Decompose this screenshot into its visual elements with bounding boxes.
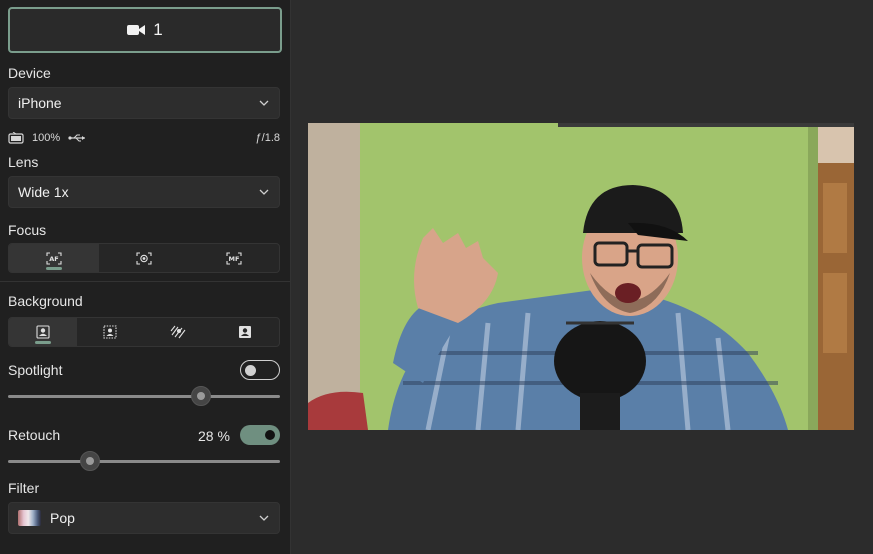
- focus-manual-button[interactable]: MF: [189, 244, 279, 272]
- spotlight-toggle[interactable]: [240, 360, 280, 380]
- camera-number: 1: [153, 20, 163, 39]
- focus-face-button[interactable]: [99, 244, 189, 272]
- video-camera-icon: [127, 25, 146, 35]
- settings-sidebar: 1 Device iPhone 100% ƒ/1.8 Lens Wide 1x …: [0, 0, 291, 554]
- background-blur-button[interactable]: [77, 318, 145, 346]
- toggle-knob: [265, 430, 275, 440]
- svg-text:MF: MF: [229, 255, 240, 263]
- filter-value: Pop: [50, 510, 75, 526]
- background-portrait-button[interactable]: [9, 318, 77, 346]
- usb-icon: [68, 134, 86, 142]
- camera-preview: [308, 123, 854, 430]
- background-mode-selector: [8, 317, 280, 347]
- device-label: Device: [8, 65, 51, 81]
- lens-value: Wide 1x: [18, 184, 69, 200]
- spotlight-slider[interactable]: [8, 386, 280, 406]
- slider-track: [8, 395, 280, 398]
- person-card-icon: [239, 326, 252, 338]
- camera-select-button[interactable]: 1: [8, 7, 282, 53]
- slider-thumb[interactable]: [191, 386, 212, 406]
- retouch-value: 28 %: [198, 428, 230, 444]
- battery-icon: [8, 132, 24, 144]
- chevron-down-icon: [259, 100, 269, 106]
- auto-focus-icon: AF: [46, 251, 62, 265]
- svg-text:AF: AF: [49, 255, 58, 263]
- spotlight-label: Spotlight: [8, 362, 63, 378]
- retouch-label: Retouch: [8, 427, 61, 443]
- focus-label: Focus: [8, 222, 47, 238]
- filter-swatch: [18, 510, 41, 526]
- filter-dropdown[interactable]: Pop: [8, 502, 280, 534]
- portrait-icon: [36, 325, 50, 339]
- focus-mode-selector: AF MF: [8, 243, 280, 273]
- chevron-down-icon: [259, 189, 269, 195]
- face-focus-icon: [136, 251, 152, 265]
- lens-dropdown[interactable]: Wide 1x: [8, 176, 280, 208]
- retouch-slider[interactable]: [8, 451, 280, 471]
- manual-focus-icon: MF: [226, 251, 242, 265]
- section-divider: [0, 281, 290, 282]
- retouch-toggle[interactable]: [240, 425, 280, 445]
- background-remove-icon: [170, 325, 186, 339]
- device-status-row: 100% ƒ/1.8: [8, 128, 280, 148]
- background-blur-icon: [103, 325, 117, 339]
- lens-label: Lens: [8, 154, 39, 170]
- focus-auto-button[interactable]: AF: [9, 244, 99, 272]
- device-dropdown[interactable]: iPhone: [8, 87, 280, 119]
- background-label: Background: [8, 293, 83, 309]
- device-value: iPhone: [18, 95, 62, 111]
- preview-area: [292, 0, 873, 554]
- chevron-down-icon: [259, 515, 269, 521]
- slider-thumb[interactable]: [79, 451, 100, 471]
- background-replace-button[interactable]: [212, 318, 280, 346]
- filter-label: Filter: [8, 480, 40, 496]
- battery-level: 100%: [32, 132, 61, 144]
- background-remove-button[interactable]: [144, 318, 212, 346]
- aperture-value: ƒ/1.8: [255, 132, 280, 144]
- toggle-knob: [245, 365, 256, 376]
- slider-track: [8, 460, 280, 463]
